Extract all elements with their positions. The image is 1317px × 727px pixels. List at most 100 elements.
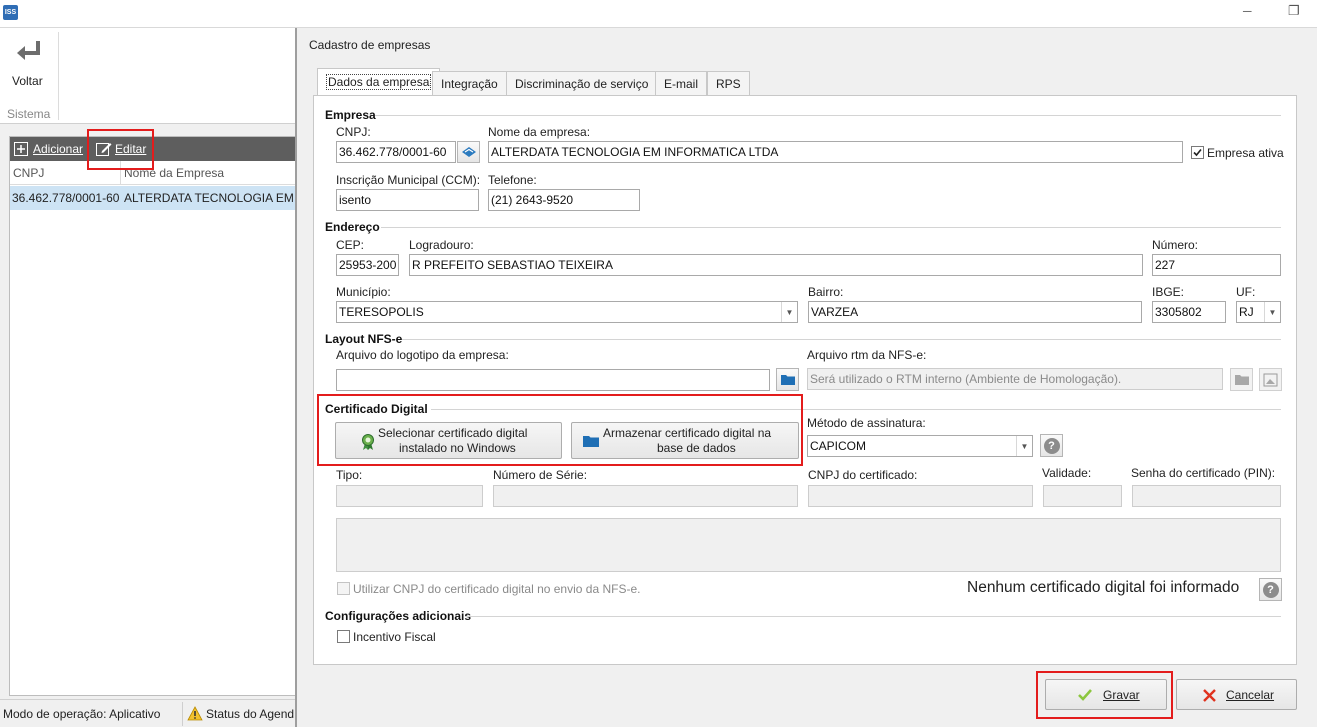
- ccm-label: Inscrição Municipal (CCM):: [336, 173, 481, 187]
- col-cnpj[interactable]: CNPJ: [13, 166, 44, 180]
- uf-select[interactable]: RJ ▼: [1236, 301, 1281, 323]
- ibge-label: IBGE:: [1152, 285, 1185, 299]
- chevron-down-icon[interactable]: ▼: [1264, 302, 1280, 322]
- active-label: Empresa ativa: [1207, 146, 1284, 160]
- company-name-field[interactable]: ALTERDATA TECNOLOGIA EM INFORMATICA LTDA: [488, 141, 1183, 163]
- status-mode: Modo de operação: Aplicativo: [3, 707, 161, 721]
- type-label: Tipo:: [336, 468, 363, 482]
- uf-value: RJ: [1239, 305, 1254, 319]
- street-field[interactable]: R PREFEITO SEBASTIAO TEIXEIRA: [409, 254, 1143, 276]
- logo-field[interactable]: [336, 369, 770, 391]
- incentive-checkbox[interactable]: [337, 630, 350, 643]
- method-value: CAPICOM: [810, 439, 867, 453]
- row-cnpj: 36.462.778/0001-60: [12, 191, 120, 205]
- phone-field[interactable]: (21) 2643-9520: [488, 189, 640, 211]
- cancel-button[interactable]: Cancelar: [1176, 679, 1297, 710]
- help-icon: ?: [1262, 581, 1279, 598]
- validity-field[interactable]: [1043, 485, 1122, 507]
- back-label: Voltar: [12, 74, 43, 88]
- district-label: Bairro:: [808, 285, 844, 299]
- cep-field[interactable]: 25953-200: [336, 254, 399, 276]
- chevron-down-icon[interactable]: ▼: [1016, 436, 1032, 456]
- active-checkbox[interactable]: [1191, 146, 1204, 159]
- rtm-browse-button[interactable]: [1230, 368, 1253, 391]
- logo-label: Arquivo do logotipo da empresa:: [336, 348, 509, 362]
- checkmark-icon: [1193, 148, 1202, 157]
- cnpj-lookup-button[interactable]: [457, 141, 480, 163]
- tab-dados-empresa[interactable]: Dados da empresa: [317, 68, 441, 96]
- number-field[interactable]: 227: [1152, 254, 1281, 276]
- chevron-down-icon[interactable]: ▼: [781, 302, 797, 322]
- close-icon: [1203, 689, 1216, 702]
- folder-icon: [1234, 375, 1249, 385]
- cert-status-message: Nenhum certificado digital foi informado: [967, 579, 1240, 596]
- number-label: Número:: [1152, 238, 1199, 252]
- table-row[interactable]: 36.462.778/0001-60 ALTERDATA TECNOLOGIA …: [10, 186, 295, 210]
- status-help-button[interactable]: ?: [1259, 578, 1282, 601]
- image-edit-icon: [1263, 373, 1278, 386]
- method-help-button[interactable]: ?: [1040, 434, 1063, 457]
- rtm-field[interactable]: Será utilizado o RTM interno (Ambiente d…: [807, 368, 1223, 390]
- add-label: Adicionar: [33, 142, 84, 156]
- type-field[interactable]: [336, 485, 483, 507]
- tab-discriminacao[interactable]: Discriminação de serviço: [506, 71, 658, 95]
- section-empresa: Empresa: [325, 108, 376, 122]
- city-select[interactable]: TERESOPOLIS ▼: [336, 301, 798, 323]
- status-bar: Modo de operação: Aplicativo Status do A…: [0, 699, 295, 727]
- tab-rps[interactable]: RPS: [707, 71, 750, 95]
- section-layout: Layout NFS-e: [325, 332, 403, 346]
- rtm-label: Arquivo rtm da NFS-e:: [807, 348, 927, 362]
- phone-label: Telefone:: [488, 173, 537, 187]
- ibge-field[interactable]: 3305802: [1152, 301, 1226, 323]
- cnpj-field[interactable]: 36.462.778/0001-60: [336, 141, 456, 163]
- tab-integracao[interactable]: Integração: [432, 71, 507, 95]
- city-value: TERESOPOLIS: [339, 305, 424, 319]
- minimize-icon[interactable]: ─: [1243, 4, 1252, 18]
- ribbon-group-label: Sistema: [7, 107, 51, 121]
- serial-label: Número de Série:: [493, 468, 588, 482]
- street-label: Logradouro:: [409, 238, 474, 252]
- cert-cnpj-field[interactable]: [808, 485, 1033, 507]
- use-cert-cnpj-checkbox[interactable]: [337, 582, 350, 595]
- method-select[interactable]: CAPICOM ▼: [807, 435, 1033, 457]
- section-endereco: Endereço: [325, 220, 380, 234]
- folder-icon: [780, 375, 795, 385]
- section-config: Configurações adicionais: [325, 609, 472, 623]
- incentive-label: Incentivo Fiscal: [353, 630, 436, 644]
- method-label: Método de assinatura:: [807, 416, 926, 430]
- save-highlight: [1036, 671, 1173, 719]
- restore-icon[interactable]: ❐: [1288, 3, 1300, 19]
- uf-label: UF:: [1236, 285, 1256, 299]
- cancel-label: Cancelar: [1226, 688, 1275, 702]
- rtm-edit-button[interactable]: [1259, 368, 1282, 391]
- use-cert-cnpj-label: Utilizar CNPJ do certificado digital no …: [353, 582, 641, 596]
- back-button[interactable]: Voltar: [4, 34, 56, 92]
- row-company-name: ALTERDATA TECNOLOGIA EM INFORMATICA LTDA: [124, 191, 295, 205]
- logo-browse-button[interactable]: [776, 368, 799, 391]
- edit-highlight: [87, 129, 154, 170]
- iss-app-icon: ISS: [3, 5, 18, 20]
- cep-label: CEP:: [336, 238, 365, 252]
- warning-icon: [187, 706, 203, 721]
- ribbon: Voltar Sistema: [0, 28, 295, 124]
- cert-details-area[interactable]: [336, 518, 1281, 572]
- cert-cnpj-label: CNPJ do certificado:: [808, 468, 918, 482]
- panel-title: Cadastro de empresas: [309, 38, 431, 52]
- tab-email[interactable]: E-mail: [655, 71, 708, 95]
- pin-label: Senha do certificado (PIN):: [1131, 466, 1276, 480]
- add-icon: [14, 142, 28, 156]
- back-arrow-icon: [17, 41, 40, 60]
- cnpj-label: CNPJ:: [336, 125, 371, 139]
- certificate-highlight: [317, 394, 803, 466]
- status-agent: Status do Agend: [206, 707, 295, 721]
- city-label: Município:: [336, 285, 391, 299]
- serial-field[interactable]: [493, 485, 798, 507]
- pin-field[interactable]: [1132, 485, 1281, 507]
- ccm-field[interactable]: isento: [336, 189, 479, 211]
- company-name-label: Nome da empresa:: [488, 125, 591, 139]
- lookup-icon: [461, 147, 476, 157]
- district-field[interactable]: VARZEA: [808, 301, 1142, 323]
- companies-list: Adicionar Editar CNPJ Nome da Empresa 36…: [9, 136, 295, 696]
- validity-label: Validade:: [1042, 466, 1092, 480]
- title-bar: ISS ─ ❐: [0, 0, 1317, 28]
